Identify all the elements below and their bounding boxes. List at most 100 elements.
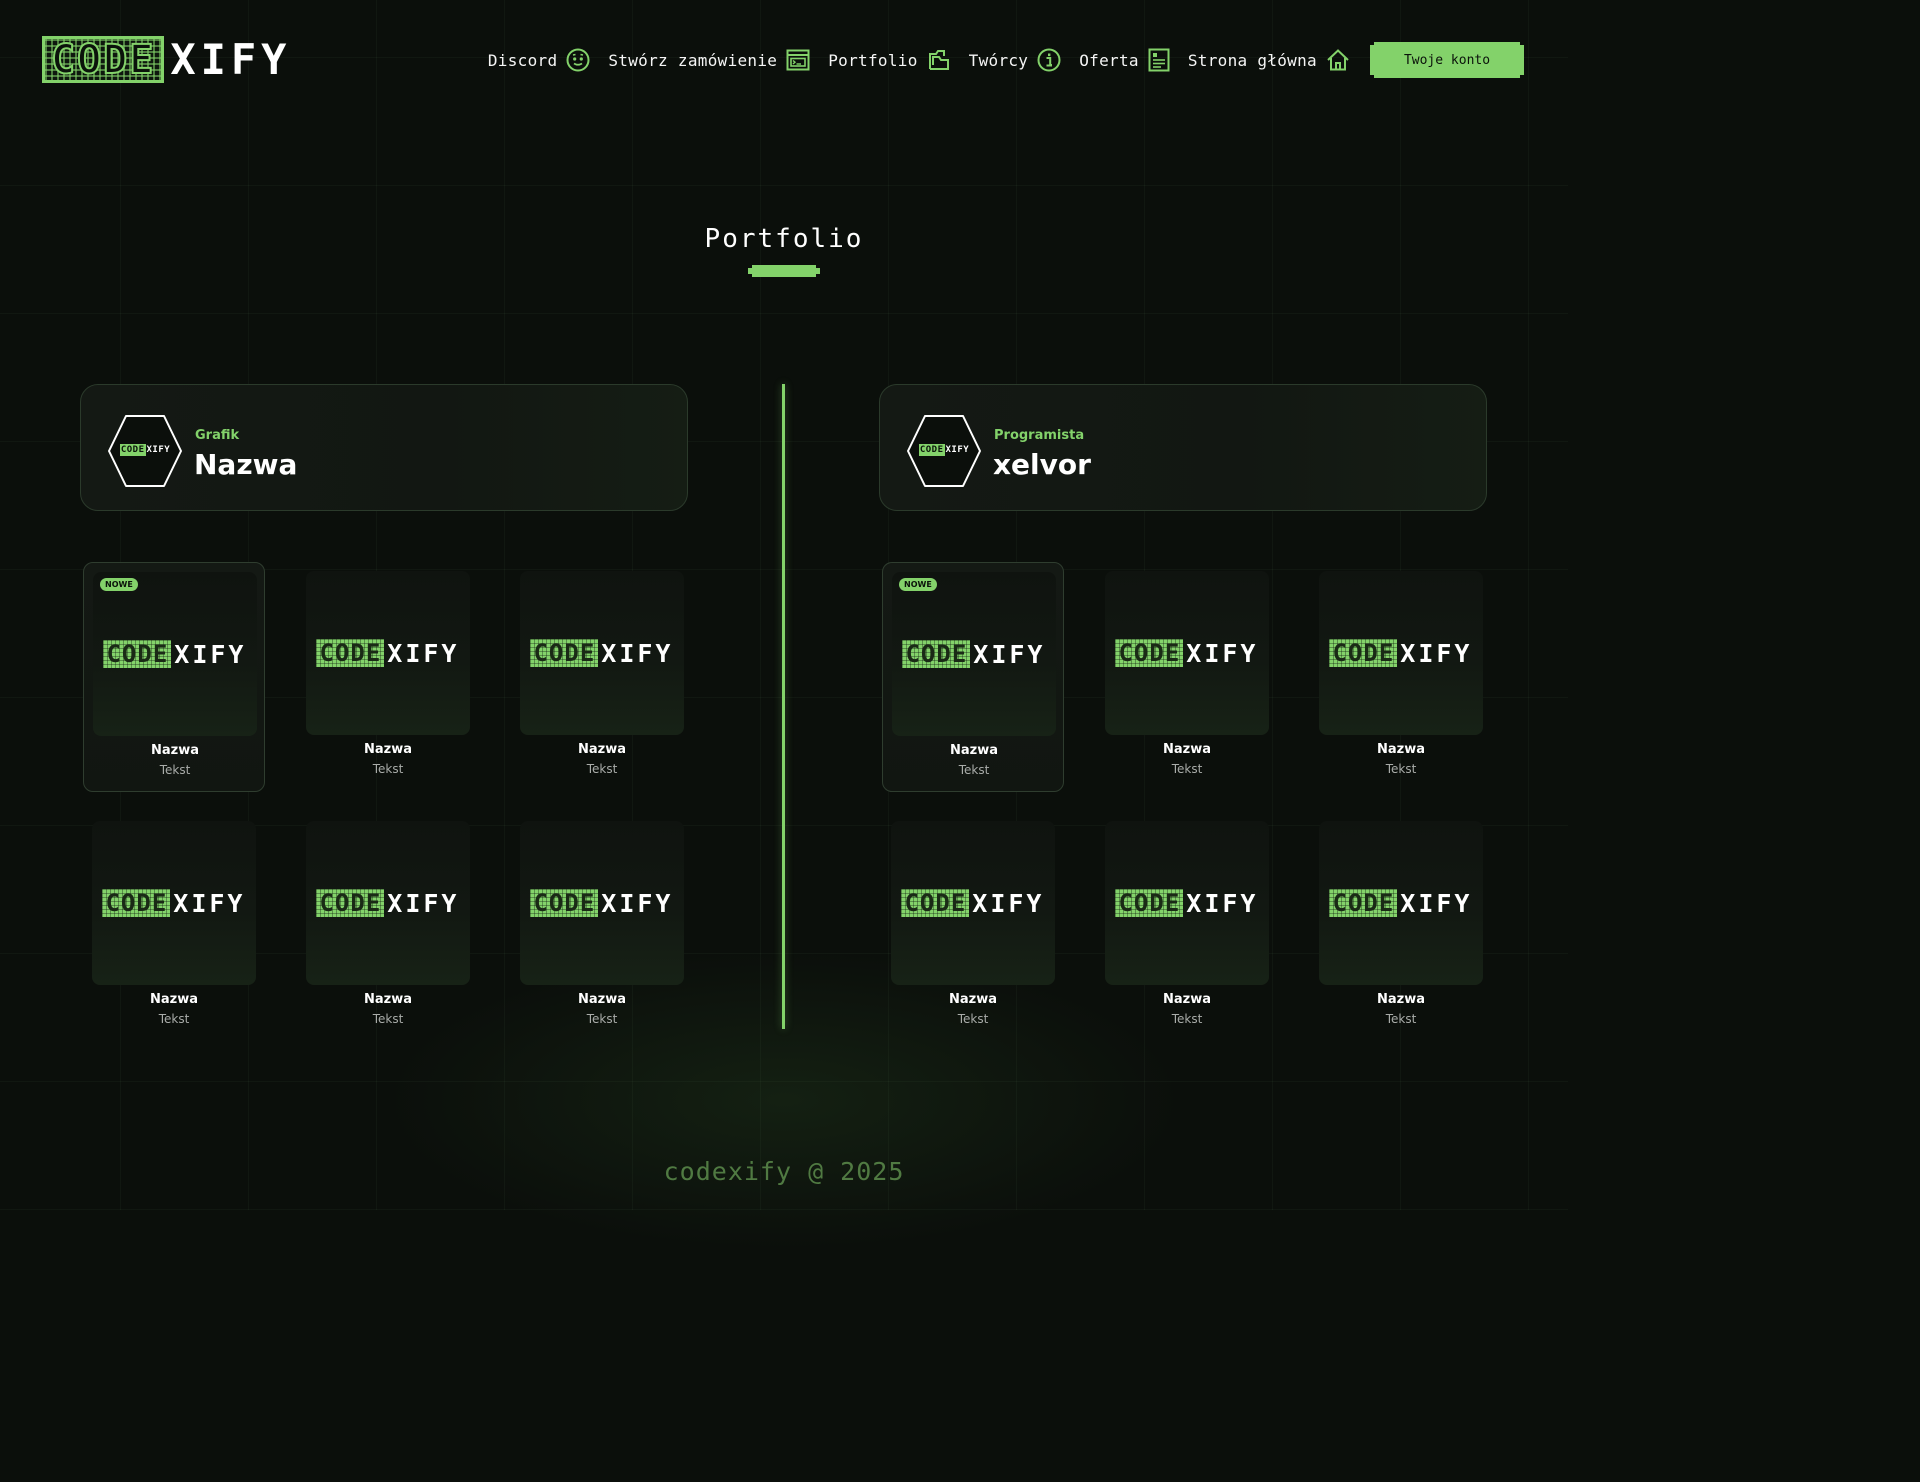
item-text: Tekst (158, 1012, 190, 1026)
item-logo-boxed: CODE (904, 889, 967, 917)
brand-logo[interactable]: CODE XIFY (42, 36, 291, 83)
nav-item-discord[interactable]: Discord (488, 48, 591, 72)
item-text: Tekst (1385, 1012, 1417, 1026)
item-logo: CODE XIFY (530, 639, 673, 667)
logo-boxed-part: CODE (42, 36, 165, 83)
item-thumbnail: CODE XIFY (93, 572, 257, 736)
item-text: Tekst (1171, 762, 1203, 776)
avatar-logo-rest: XIFY (146, 445, 171, 455)
info-icon (1037, 48, 1061, 72)
item-name: Nazwa (363, 742, 412, 757)
creator-profile-card[interactable]: CODE XIFY Grafik Nazwa (80, 384, 688, 511)
creator-profile-card[interactable]: CODE XIFY Programista xelvor (879, 384, 1487, 511)
portfolio-item[interactable]: CODE XIFY Nazwa Tekst (1310, 562, 1492, 792)
item-text: Tekst (159, 763, 191, 777)
item-logo: CODE XIFY (316, 889, 459, 917)
portfolio-item[interactable]: CODE XIFY Nazwa Tekst (1096, 812, 1278, 1042)
item-text: Tekst (372, 1012, 404, 1026)
portfolio-item[interactable]: CODE XIFY Nazwa Tekst (297, 812, 479, 1042)
item-thumbnail: CODE XIFY (1105, 821, 1269, 985)
portfolio-item[interactable]: CODE XIFY Nazwa Tekst (511, 812, 693, 1042)
home-icon (1327, 49, 1349, 71)
item-logo-rest: XIFY (174, 639, 247, 669)
nav-item-creators[interactable]: Twórcy (969, 48, 1062, 72)
account-button[interactable]: Twoje konto (1370, 42, 1524, 78)
portfolio-item[interactable]: CODE XIFY Nazwa Tekst (1310, 812, 1492, 1042)
creator-column-left: CODE XIFY Grafik Nazwa CODE XIFY NOWE Na… (80, 384, 688, 1026)
item-text: Tekst (1385, 762, 1417, 776)
item-logo: CODE XIFY (1329, 639, 1472, 667)
portfolio-item[interactable]: CODE XIFY NOWE Nazwa Tekst (882, 562, 1064, 792)
discord-icon (566, 48, 590, 72)
item-logo-rest: XIFY (601, 888, 674, 918)
portfolio-item[interactable]: CODE XIFY NOWE Nazwa Tekst (83, 562, 265, 792)
item-logo-boxed: CODE (905, 640, 968, 668)
item-text: Tekst (372, 762, 404, 776)
avatar-logo-boxed: CODE (918, 444, 945, 456)
item-thumbnail: CODE XIFY (1105, 571, 1269, 735)
new-badge: NOWE (899, 578, 937, 591)
new-badge: NOWE (100, 578, 138, 591)
logo-boxed-text: CODE (50, 36, 156, 83)
item-logo-boxed: CODE (533, 889, 596, 917)
item-text: Tekst (957, 1012, 989, 1026)
item-logo-boxed: CODE (106, 640, 169, 668)
item-thumbnail: CODE XIFY (520, 821, 684, 985)
creator-column-right: CODE XIFY Programista xelvor CODE XIFY N… (879, 384, 1487, 1026)
item-logo-boxed: CODE (105, 889, 168, 917)
page-title: Portfolio (704, 224, 864, 254)
nav-item-offer[interactable]: Oferta (1079, 48, 1170, 72)
item-name: Nazwa (363, 992, 412, 1007)
item-name: Nazwa (577, 992, 626, 1007)
item-logo: CODE XIFY (1115, 639, 1258, 667)
item-logo-boxed: CODE (1332, 639, 1395, 667)
item-thumbnail: CODE XIFY (306, 571, 470, 735)
item-thumbnail: CODE XIFY (1319, 821, 1483, 985)
item-logo-boxed: CODE (1118, 639, 1181, 667)
item-logo: CODE XIFY (1115, 889, 1258, 917)
avatar: CODE XIFY (107, 414, 183, 488)
title-underline (748, 265, 820, 277)
nav-item-portfolio[interactable]: Portfolio (828, 48, 950, 72)
portfolio-item[interactable]: CODE XIFY Nazwa Tekst (297, 562, 479, 792)
order-window-icon (786, 49, 810, 71)
item-text: Tekst (586, 1012, 618, 1026)
item-logo-boxed: CODE (533, 639, 596, 667)
item-logo-rest: XIFY (387, 638, 460, 668)
item-logo-boxed: CODE (319, 889, 382, 917)
portfolio-item[interactable]: CODE XIFY Nazwa Tekst (1096, 562, 1278, 792)
item-name: Nazwa (1162, 992, 1211, 1007)
nav-label: Portfolio (828, 50, 918, 70)
item-name: Nazwa (948, 992, 997, 1007)
nav-label: Oferta (1079, 50, 1139, 70)
portfolio-item[interactable]: CODE XIFY Nazwa Tekst (882, 812, 1064, 1042)
item-logo-boxed: CODE (1332, 889, 1395, 917)
nav-label: Discord (487, 50, 558, 70)
avatar: CODE XIFY (906, 414, 982, 488)
main-nav: Discord Stwórz zamówienie Portfolio Twór… (470, 44, 1350, 76)
item-name: Nazwa (1376, 992, 1425, 1007)
portfolio-item[interactable]: CODE XIFY Nazwa Tekst (83, 812, 265, 1042)
item-logo-boxed: CODE (1118, 889, 1181, 917)
item-thumbnail: CODE XIFY (1319, 571, 1483, 735)
portfolio-item[interactable]: CODE XIFY Nazwa Tekst (511, 562, 693, 792)
item-name: Nazwa (577, 742, 626, 757)
item-name: Nazwa (1376, 742, 1425, 757)
item-text: Tekst (958, 763, 990, 777)
avatar-logo-rest: XIFY (945, 445, 970, 455)
creator-role: Grafik (195, 428, 240, 443)
item-logo-rest: XIFY (973, 639, 1046, 669)
nav-item-home[interactable]: Strona główna (1188, 48, 1350, 72)
item-thumbnail: CODE XIFY (520, 571, 684, 735)
item-name: Nazwa (949, 743, 998, 758)
item-logo-rest: XIFY (972, 888, 1045, 918)
item-thumbnail: CODE XIFY (92, 821, 256, 985)
item-logo-rest: XIFY (1400, 638, 1473, 668)
item-logo: CODE XIFY (530, 889, 673, 917)
item-text: Tekst (1171, 1012, 1203, 1026)
item-name: Nazwa (1162, 742, 1211, 757)
item-logo: CODE XIFY (1329, 889, 1472, 917)
nav-item-create-order[interactable]: Stwórz zamówienie (608, 49, 810, 71)
item-logo: CODE XIFY (902, 640, 1045, 668)
item-logo-rest: XIFY (601, 638, 674, 668)
